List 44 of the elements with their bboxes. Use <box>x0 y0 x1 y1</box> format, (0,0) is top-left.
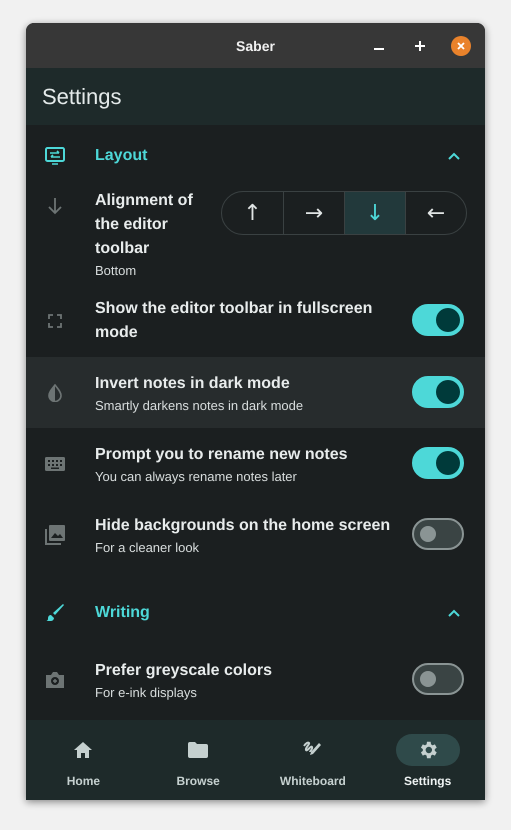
images-icon <box>45 524 65 544</box>
highlighted-row[interactable]: Invert notes in dark mode Smartly darkens notes in dark mode <box>26 357 485 428</box>
nav-tab[interactable]: Whiteboard <box>256 720 370 800</box>
monitor-icon <box>45 147 65 165</box>
window-title: Saber <box>236 38 275 54</box>
alignment-option[interactable]: ↑ <box>222 192 283 234</box>
setting-title: Alignment of the editor toolbar <box>95 191 194 259</box>
setting-row[interactable]: Hide backgrounds on the home screen For a cleaner look <box>26 499 485 570</box>
setting-subtitle: For a cleaner look <box>95 540 200 556</box>
setting-title: Show the editor toolbar in fullscreen mode <box>95 299 374 343</box>
setting-subtitle: You can always rename notes later <box>95 468 298 484</box>
setting-row[interactable]: Prefer greyscale colors For e-ink displays <box>26 644 485 715</box>
toggle-switch[interactable] <box>412 376 464 408</box>
page-title: Settings <box>42 84 122 110</box>
setting-subtitle: Smartly darkens notes in dark mode <box>95 398 304 414</box>
close-icon[interactable] <box>451 36 471 56</box>
nav-tab[interactable]: Browse <box>140 720 256 800</box>
setting-title: Invert notes in dark mode <box>95 374 291 394</box>
home-icon <box>73 741 94 759</box>
folder-icon <box>188 742 208 758</box>
alignment-option[interactable]: ↓ <box>344 192 405 234</box>
section-title: Layout <box>95 147 148 165</box>
keyboard-icon <box>45 456 65 470</box>
toggle-switch[interactable] <box>412 446 464 478</box>
contrast-icon <box>48 384 62 402</box>
toggle-switch[interactable] <box>412 662 464 694</box>
setting-row[interactable]: Show the editor toolbar in fullscreen mode <box>26 285 485 357</box>
nav-tab[interactable]: Home <box>26 720 141 800</box>
brush-icon <box>45 603 65 623</box>
fullscreen-icon <box>48 314 62 328</box>
setting-row[interactable]: Alignment of the editor toolbar Bottom ↑ → ↓ ← <box>26 187 485 285</box>
setting-title: Prompt you to rename new notes <box>95 444 348 464</box>
alignment-option[interactable]: ← <box>405 192 466 234</box>
setting-row[interactable]: Prompt you to rename new notes You can always rename notes later <box>26 428 485 499</box>
nav-tab[interactable]: Settings <box>370 720 485 800</box>
setting-title: Hide backgrounds on the home screen <box>95 516 392 536</box>
section-title: Writing <box>95 604 151 622</box>
setting-subtitle: For e-ink displays <box>95 684 198 700</box>
toggle-switch[interactable] <box>412 304 464 336</box>
setting-title: Prefer greyscale colors <box>95 660 273 680</box>
arrow-down-icon <box>48 197 62 215</box>
toggle-switch[interactable] <box>412 518 464 550</box>
setting-subtitle: Bottom <box>95 263 138 279</box>
camera-icon <box>45 670 65 688</box>
